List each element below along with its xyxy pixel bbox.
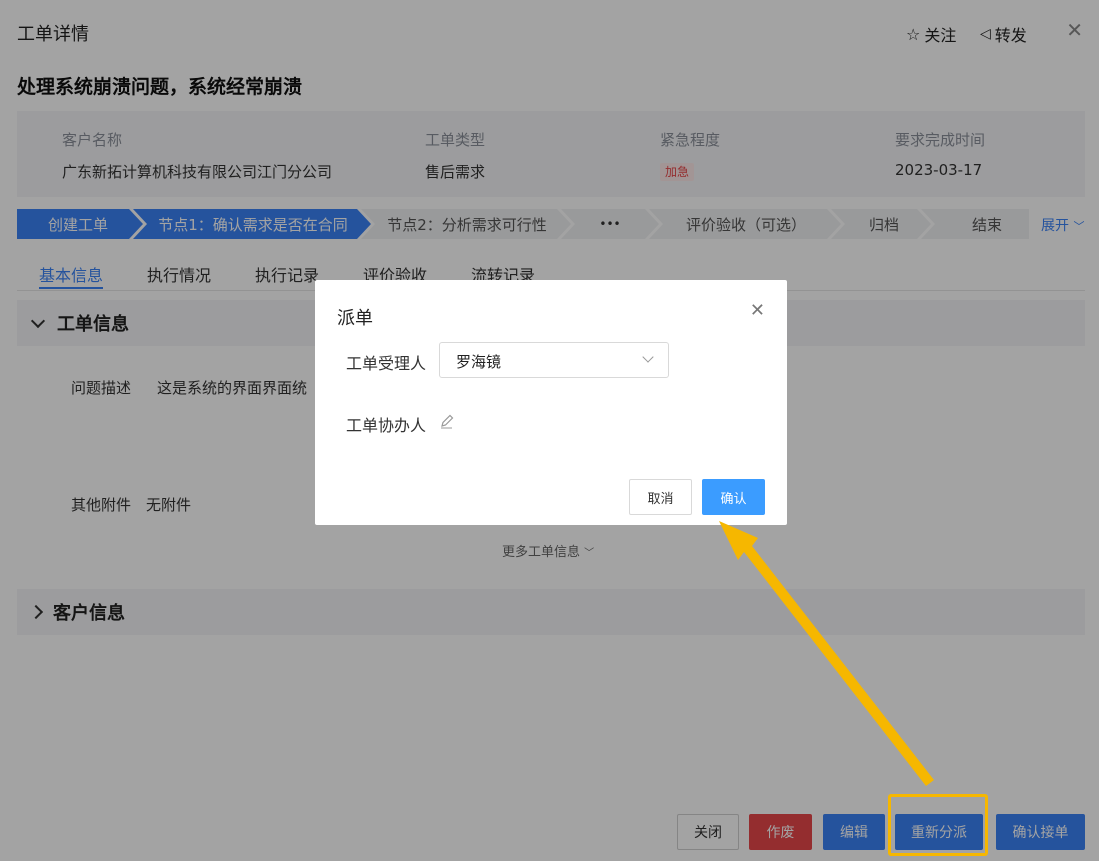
- edit-pencil-icon[interactable]: [439, 413, 455, 433]
- modal-title: 派单: [337, 308, 373, 329]
- coassignee-label: 工单协办人: [346, 416, 427, 435]
- chevron-down-icon: [642, 351, 654, 363]
- modal-confirm-button[interactable]: 确认: [702, 479, 765, 515]
- modal-cancel-button[interactable]: 取消: [629, 479, 692, 515]
- assignee-select[interactable]: 罗海镜: [439, 342, 669, 378]
- assignee-value: 罗海镜: [456, 353, 502, 371]
- close-icon[interactable]: ✕: [750, 300, 765, 321]
- dispatch-modal: 派单 ✕ 工单受理人 罗海镜 工单协办人 取消 确认: [315, 280, 787, 525]
- annotation-highlight-box: [888, 794, 988, 856]
- assignee-label: 工单受理人: [346, 354, 427, 373]
